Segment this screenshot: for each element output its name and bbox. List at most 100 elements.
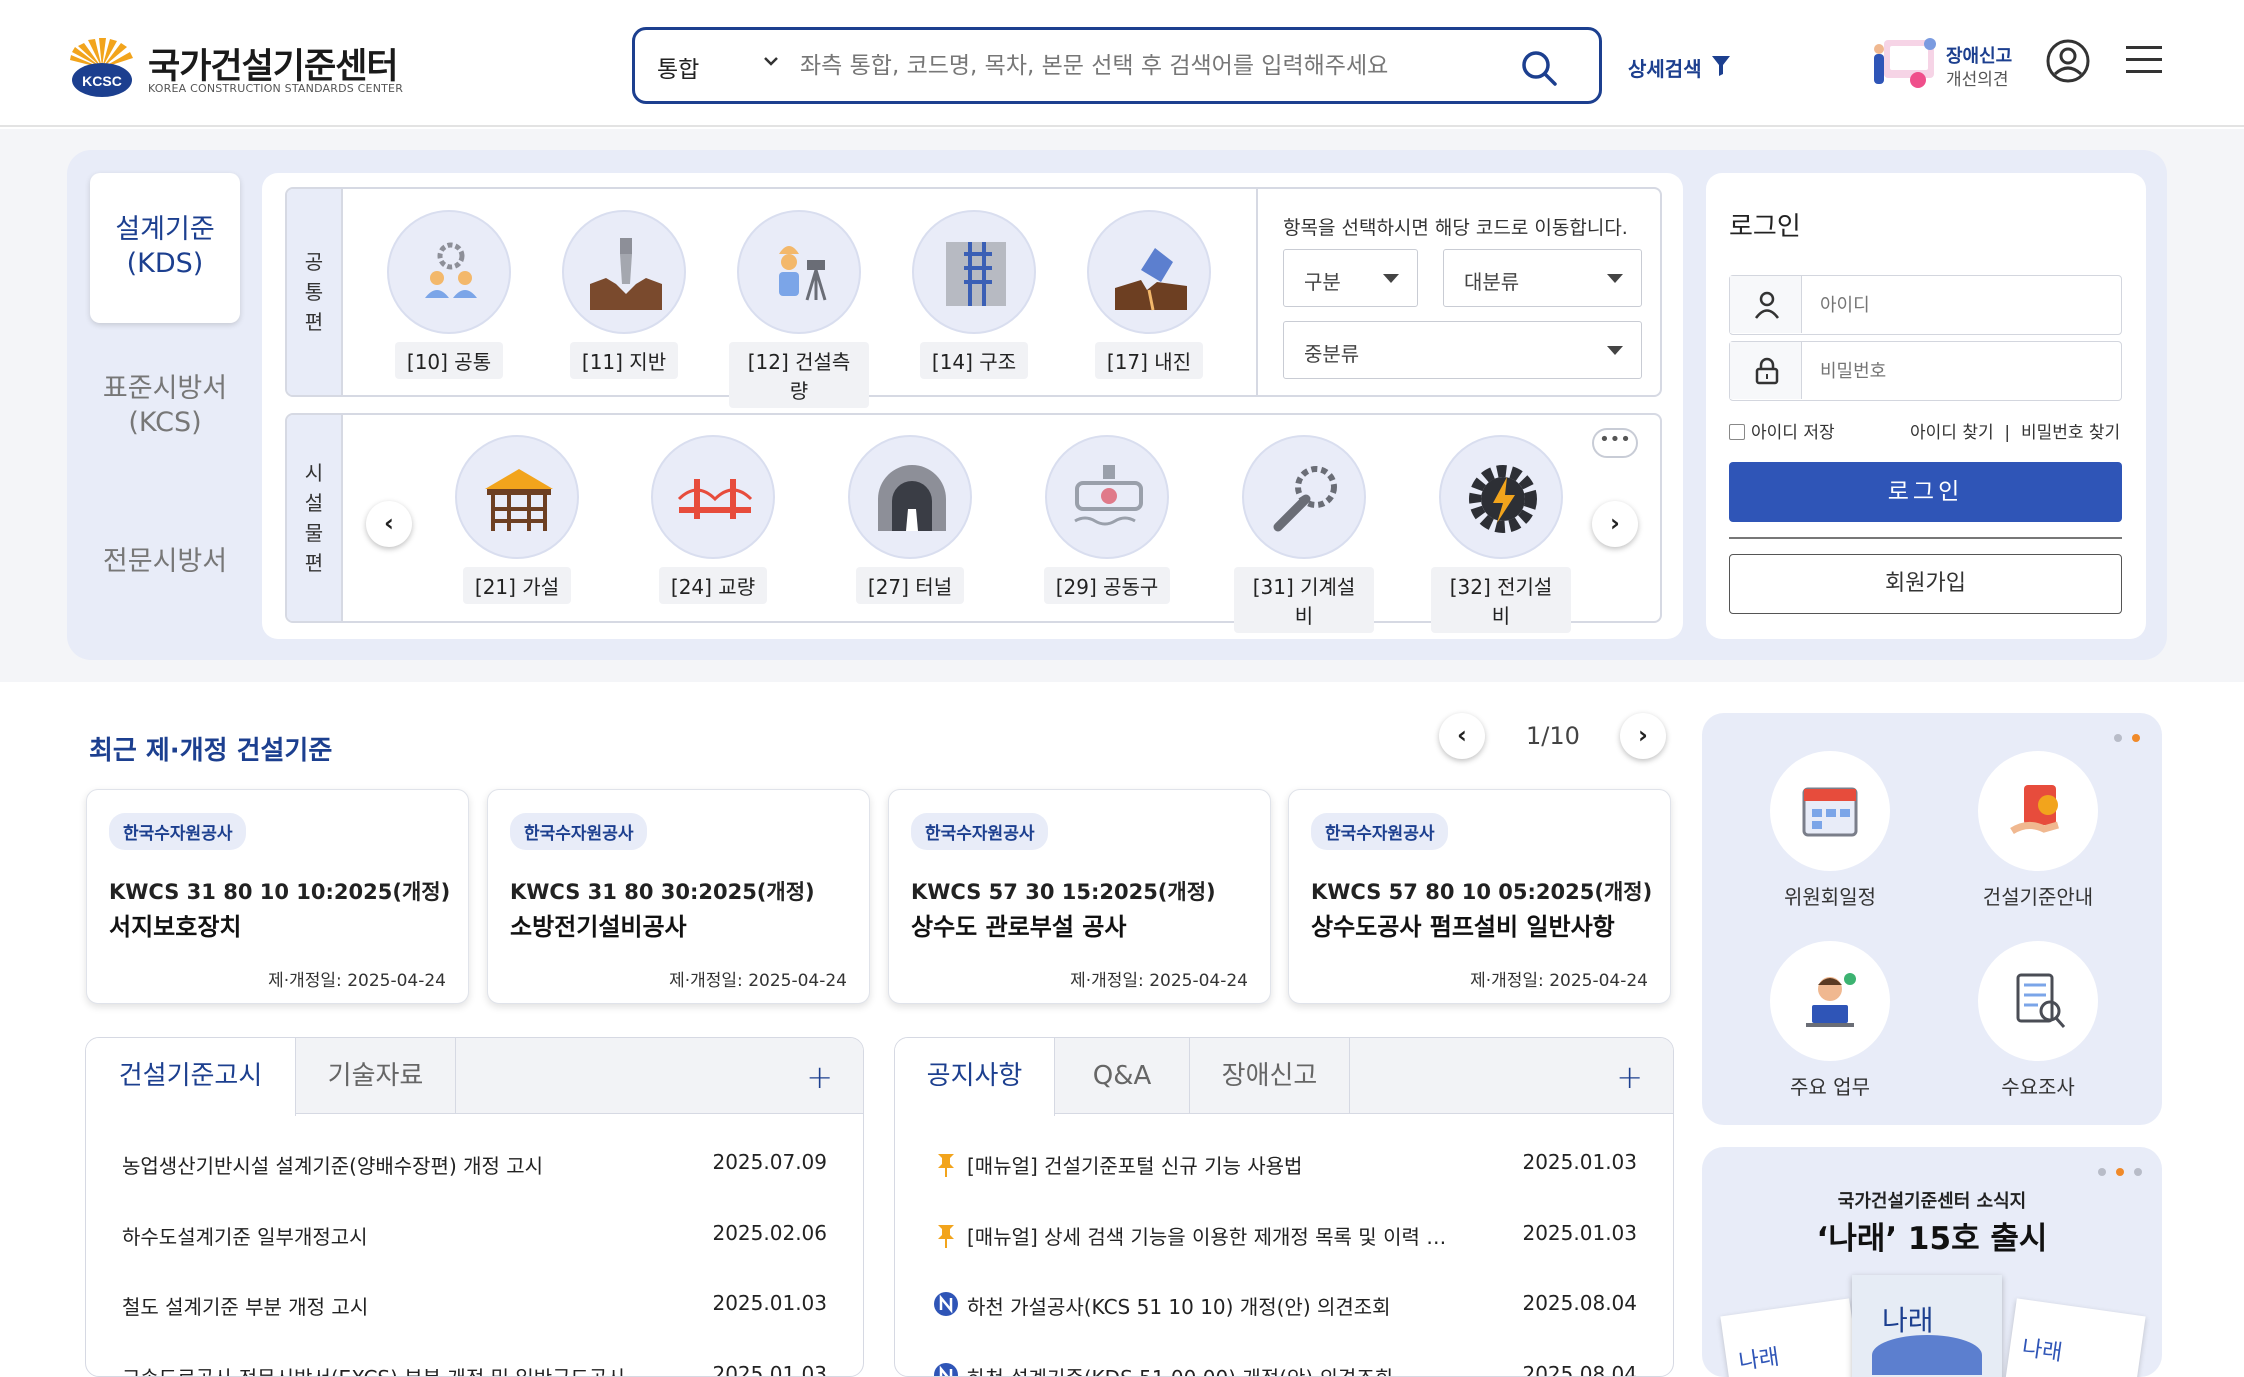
quick-link-label: 수요조사 [2001, 1075, 2075, 1099]
category-24-bridge[interactable]: [24] 교량 [643, 435, 783, 604]
plus-icon[interactable]: + [1616, 1058, 1643, 1096]
recent-card[interactable]: 한국수자원공사 KWCS 31 80 30:2025(개정) 소방전기설비공사 … [487, 789, 870, 1004]
list-item[interactable]: [매뉴얼] 건설기준포털 신규 기능 사용법 2025.01.03 [895, 1134, 1673, 1204]
recent-card[interactable]: 한국수자원공사 KWCS 31 80 10 10:2025(개정) 서지보호장치… [86, 789, 469, 1004]
advanced-search-link[interactable]: 상세검색 [1628, 53, 1702, 82]
major-category-select[interactable]: 대분류 [1443, 249, 1642, 307]
category-32-electrical[interactable]: [32] 전기설비 [1431, 435, 1571, 633]
list-item[interactable]: [매뉴얼] 상세 검색 기능을 이용한 제개정 목록 및 이력 … 2025.01… [895, 1205, 1673, 1275]
board-tabs: 건설기준고시 기술자료 + [86, 1038, 863, 1116]
search-icon[interactable] [1519, 48, 1559, 88]
recent-card[interactable]: 한국수자원공사 KWCS 57 80 10 05:2025(개정) 상수도공사 … [1288, 789, 1671, 1004]
tab-construction-notice[interactable]: 건설기준고시 [86, 1038, 296, 1116]
category-11-ground[interactable]: [11] 지반 [554, 210, 694, 379]
org-badge: 한국수자원공사 [109, 813, 247, 850]
search-input[interactable] [800, 44, 1490, 88]
engineers-icon [387, 210, 511, 334]
carousel-next-button[interactable]: › [1592, 501, 1638, 547]
search-scope-select[interactable]: 통합 [657, 50, 699, 84]
quick-link-label: 건설기준안내 [1982, 885, 2094, 909]
category-17-seismic[interactable]: [17] 내진 [1079, 210, 1219, 379]
list-item[interactable]: 철도 설계기준 부분 개정 고시 2025.01.03 [86, 1275, 863, 1345]
facility-section-label: 시 설 물 편 [287, 415, 343, 621]
org-badge: 한국수자원공사 [510, 813, 648, 850]
recent-next-button[interactable]: › [1620, 713, 1666, 759]
list-item[interactable]: 하천 가설공사(KCS 51 10 10) 개정(안) 의견조회 2025.08.… [895, 1275, 1673, 1345]
chevron-down-icon[interactable] [760, 50, 782, 78]
report-illustration-icon[interactable] [1870, 36, 1942, 92]
recent-standards-title: 최근 제·개정 건설기준 [89, 736, 333, 766]
user-account-icon[interactable] [2045, 38, 2091, 84]
tab-kcs[interactable]: 표준시방서 (KCS) [90, 372, 240, 452]
kcsc-logo-icon[interactable]: KCSC [68, 38, 136, 98]
quick-link-label: 주요 업무 [1790, 1075, 1870, 1099]
category-14-structure[interactable]: [14] 구조 [904, 210, 1044, 379]
newsletter-cover: 나래 [2004, 1298, 2146, 1377]
card-title: 소방전기설비공사 [510, 913, 687, 941]
site-logo-subtitle: KOREA CONSTRUCTION STANDARDS CENTER [148, 82, 404, 95]
tab-special[interactable]: 전문시방서 [90, 545, 240, 585]
category-label: [32] 전기설비 [1431, 567, 1571, 633]
hamburger-menu-icon[interactable] [2126, 44, 2162, 76]
tab-error-report[interactable]: 장애신고 [1190, 1038, 1350, 1114]
signup-button[interactable]: 회원가입 [1729, 554, 2122, 614]
report-link-line2[interactable]: 개선의견 [1946, 65, 2009, 90]
division-select[interactable]: 구분 [1283, 249, 1418, 307]
tab-kds[interactable]: 설계기준 (KDS) [90, 173, 240, 323]
password-field [1729, 341, 2122, 401]
carousel-dots[interactable] [2104, 727, 2140, 746]
quick-link-label: 위원회일정 [1784, 885, 1876, 909]
card-date: 제·개정일: 2025-04-24 [1470, 971, 1648, 991]
card-title: 서지보호장치 [109, 913, 242, 941]
category-27-tunnel[interactable]: [27] 터널 [840, 435, 980, 604]
login-button[interactable]: 로그인 [1729, 462, 2122, 522]
tab-qna[interactable]: Q&A [1055, 1038, 1190, 1114]
carousel-dots[interactable] [2088, 1161, 2142, 1180]
find-account-links[interactable]: 아이디 찾기 | 비밀번호 찾기 [1910, 418, 2120, 443]
card-code: KWCS 31 80 30:2025(개정) [510, 880, 815, 904]
tab-technical-data[interactable]: 기술자료 [296, 1038, 456, 1114]
gear-lightning-icon [1439, 435, 1563, 559]
user-icon [1730, 276, 1802, 333]
password-input[interactable] [1820, 356, 2100, 386]
surveyor-icon [737, 210, 861, 334]
quick-link-main-work[interactable]: 주요 업무 [1750, 941, 1910, 1100]
more-options-button[interactable]: ••• [1592, 428, 1638, 458]
remember-id[interactable]: 아이디 저장 [1729, 418, 1835, 443]
category-21-temporary[interactable]: [21] 가설 [447, 435, 587, 604]
middle-category-select[interactable]: 중분류 [1283, 321, 1642, 379]
quick-link-survey[interactable]: 수요조사 [1958, 941, 2118, 1100]
category-label: [27] 터널 [855, 567, 965, 604]
quick-link-guide[interactable]: 건설기준안내 [1958, 751, 2118, 910]
list-item[interactable]: 농업생산기반시설 설계기준(양배수장편) 개정 고시 2025.07.09 [86, 1134, 863, 1204]
category-31-mechanical[interactable]: [31] 기계설비 [1234, 435, 1374, 633]
category-29-utility-tunnel[interactable]: [29] 공동구 [1037, 435, 1177, 604]
remember-checkbox[interactable] [1729, 424, 1745, 440]
category-label: [21] 가설 [462, 567, 572, 604]
notice-board-right: 공지사항 Q&A 장애신고 + [매뉴얼] 건설기준포털 신규 기능 사용법 20… [894, 1037, 1674, 1377]
tab-notices[interactable]: 공지사항 [895, 1038, 1055, 1116]
checklist-search-icon [1978, 941, 2098, 1061]
lock-icon [1730, 342, 1802, 399]
common-section-label: 공 통 편 [287, 189, 343, 395]
quick-link-committee[interactable]: 위원회일정 [1750, 751, 1910, 910]
newsletter-title: ‘나래’ 15호 출시 [1816, 1221, 2048, 1257]
card-date: 제·개정일: 2025-04-24 [268, 971, 446, 991]
carousel-prev-button[interactable]: ‹ [366, 501, 412, 547]
plus-icon[interactable]: + [806, 1058, 833, 1096]
pin-icon [935, 1223, 957, 1253]
category-10-common[interactable]: [10] 공통 [379, 210, 519, 379]
lightbulb-hand-icon [1978, 751, 2098, 871]
recent-card[interactable]: 한국수자원공사 KWCS 57 30 15:2025(개정) 상수도 관로부설 … [888, 789, 1271, 1004]
newsletter-banner[interactable]: 국가건설기준센터 소식지 ‘나래’ 15호 출시 나래 나래 나래 [1702, 1147, 2162, 1377]
recent-prev-button[interactable]: ‹ [1439, 713, 1485, 759]
earthquake-house-icon [1087, 210, 1211, 334]
category-12-survey[interactable]: [12] 건설측량 [729, 210, 869, 408]
card-title: 상수도 관로부설 공사 [911, 913, 1127, 941]
new-badge-icon [933, 1362, 959, 1376]
filter-icon[interactable] [1712, 56, 1730, 76]
list-item[interactable]: 하수도설계기준 일부개정고시 2025.02.06 [86, 1205, 863, 1275]
login-title: 로그인 [1729, 212, 1801, 242]
card-code: KWCS 57 30 15:2025(개정) [911, 880, 1216, 904]
id-input[interactable] [1820, 290, 2100, 320]
